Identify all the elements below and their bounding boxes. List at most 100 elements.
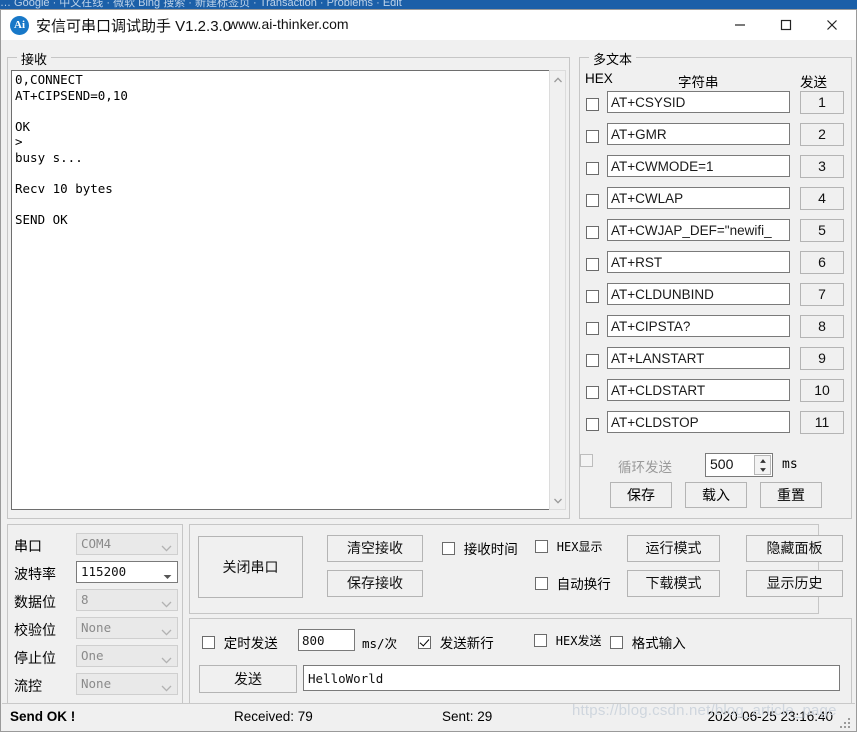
hex-checkbox-6[interactable] bbox=[586, 258, 599, 272]
hex-send-checkbox[interactable] bbox=[534, 634, 547, 647]
show-history-button[interactable]: 显示历史 bbox=[746, 570, 843, 597]
spin-down-button[interactable] bbox=[755, 465, 770, 474]
clear-receive-button[interactable]: 清空接收 bbox=[327, 535, 423, 562]
hex-checkbox-9[interactable] bbox=[586, 354, 599, 368]
multitext-row: 6 bbox=[585, 250, 848, 276]
multitext-footer-buttons: 保存 载入 重置 bbox=[580, 482, 853, 512]
cycle-interval-value: 500 bbox=[710, 456, 734, 472]
recv-time-label: 接收时间 bbox=[463, 542, 518, 557]
send-newline-label: 发送新行 bbox=[439, 636, 494, 651]
send-slot-button-1[interactable]: 1 bbox=[800, 91, 844, 114]
cycle-interval-stepper[interactable]: 500 bbox=[705, 453, 773, 477]
multitext-panel: 多文本 HEX 字符串 发送 1 2 3 4 5 6 7 8 9 10 11 循环发送 500 ms… bbox=[579, 49, 853, 519]
command-input-4[interactable] bbox=[607, 187, 790, 209]
maximize-button[interactable] bbox=[763, 10, 809, 40]
format-input-checkbox-row[interactable]: 格式输入 bbox=[610, 632, 686, 652]
send-button[interactable]: 发送 bbox=[199, 665, 297, 693]
scroll-up-button[interactable] bbox=[550, 71, 565, 88]
setting-label: 串口 bbox=[14, 538, 42, 554]
hex-checkbox-11[interactable] bbox=[586, 418, 599, 432]
hex-checkbox-1[interactable] bbox=[586, 98, 599, 112]
load-multitext-button[interactable]: 载入 bbox=[685, 482, 747, 508]
download-mode-button[interactable]: 下载模式 bbox=[627, 570, 720, 597]
receive-text-content: 0,CONNECT AT+CIPSEND=0,10 OK > busy s...… bbox=[15, 72, 128, 228]
command-input-10[interactable] bbox=[607, 379, 790, 401]
command-input-6[interactable] bbox=[607, 251, 790, 273]
multitext-panel-label: 多文本 bbox=[589, 49, 637, 68]
hex-checkbox-3[interactable] bbox=[586, 162, 599, 176]
auto-newline-checkbox-row[interactable]: 自动换行 bbox=[535, 573, 611, 593]
reset-multitext-button[interactable]: 重置 bbox=[760, 482, 822, 508]
hex-display-checkbox[interactable] bbox=[535, 540, 548, 553]
send-slot-button-10[interactable]: 10 bbox=[800, 379, 844, 402]
hex-checkbox-2[interactable] bbox=[586, 130, 599, 144]
status-bar: Send OK ! Received: 79 Sent: 29 2020-06-… bbox=[2, 703, 855, 730]
setting-dropdown: COM4 bbox=[76, 533, 178, 555]
spin-up-button[interactable] bbox=[755, 456, 770, 465]
format-input-checkbox[interactable] bbox=[610, 635, 623, 649]
send-slot-button-2[interactable]: 2 bbox=[800, 123, 844, 146]
send-slot-button-7[interactable]: 7 bbox=[800, 283, 844, 306]
send-slot-button-3[interactable]: 3 bbox=[800, 155, 844, 178]
command-input-2[interactable] bbox=[607, 123, 790, 145]
hex-checkbox-10[interactable] bbox=[586, 386, 599, 400]
send-slot-button-6[interactable]: 6 bbox=[800, 251, 844, 274]
command-input-3[interactable] bbox=[607, 155, 790, 177]
status-message: Send OK ! bbox=[10, 709, 76, 724]
cycle-send-label: 循环发送 bbox=[618, 460, 672, 475]
hex-display-checkbox-row[interactable]: HEX显示 bbox=[535, 538, 602, 555]
cycle-send-checkbox[interactable] bbox=[580, 454, 593, 468]
multitext-row: 11 bbox=[585, 410, 848, 436]
command-input-5[interactable] bbox=[607, 219, 790, 241]
recv-time-checkbox[interactable] bbox=[442, 541, 455, 555]
setting-label: 停止位 bbox=[14, 650, 56, 666]
timed-send-checkbox[interactable] bbox=[202, 635, 215, 649]
save-receive-button[interactable]: 保存接收 bbox=[327, 570, 423, 597]
send-interval-input[interactable] bbox=[298, 629, 355, 651]
run-mode-button[interactable]: 运行模式 bbox=[627, 535, 720, 562]
hex-checkbox-7[interactable] bbox=[586, 290, 599, 304]
command-input-7[interactable] bbox=[607, 283, 790, 305]
receive-scrollbar[interactable] bbox=[549, 70, 566, 510]
hex-send-checkbox-row[interactable]: HEX发送 bbox=[534, 632, 601, 649]
command-input-9[interactable] bbox=[607, 347, 790, 369]
setting-value: None bbox=[81, 676, 112, 691]
recv-time-checkbox-row[interactable]: 接收时间 bbox=[442, 538, 518, 558]
hex-checkbox-5[interactable] bbox=[586, 226, 599, 240]
resize-grip[interactable] bbox=[839, 715, 852, 728]
command-input-1[interactable] bbox=[607, 91, 790, 113]
setting-row: 数据位 8 bbox=[14, 589, 178, 615]
multitext-row: 1 bbox=[585, 90, 848, 116]
hex-checkbox-4[interactable] bbox=[586, 194, 599, 208]
hex-checkbox-8[interactable] bbox=[586, 322, 599, 336]
send-slot-button-5[interactable]: 5 bbox=[800, 219, 844, 242]
setting-label: 校验位 bbox=[14, 622, 56, 638]
send-text-input[interactable] bbox=[303, 665, 840, 691]
send-newline-checkbox[interactable] bbox=[418, 635, 431, 649]
close-icon bbox=[827, 20, 837, 30]
application-window: … Google · 中文在线 · 微软 Bing 搜索 · 新建标签页 · T… bbox=[0, 0, 857, 732]
send-slot-button-11[interactable]: 11 bbox=[800, 411, 844, 434]
send-slot-button-4[interactable]: 4 bbox=[800, 187, 844, 210]
cycle-interval-unit: ms bbox=[782, 457, 798, 472]
timed-send-checkbox-row[interactable]: 定时发送 bbox=[202, 632, 278, 652]
command-input-11[interactable] bbox=[607, 411, 790, 433]
scroll-down-button[interactable] bbox=[550, 492, 565, 509]
command-input-8[interactable] bbox=[607, 315, 790, 337]
close-port-button[interactable]: 关闭串口 bbox=[198, 536, 303, 598]
send-newline-checkbox-row[interactable]: 发送新行 bbox=[418, 632, 494, 652]
setting-value: One bbox=[81, 648, 104, 663]
close-button[interactable] bbox=[809, 10, 855, 40]
save-multitext-button[interactable]: 保存 bbox=[610, 482, 672, 508]
setting-dropdown[interactable]: 115200 bbox=[76, 561, 178, 583]
send-panel: 定时发送 ms/次 发送新行 HEX发送 格式输入 发送 bbox=[189, 618, 852, 712]
send-slot-button-9[interactable]: 9 bbox=[800, 347, 844, 370]
cycle-interval-spin-buttons[interactable] bbox=[754, 455, 771, 475]
minimize-button[interactable] bbox=[717, 10, 763, 40]
send-slot-button-8[interactable]: 8 bbox=[800, 315, 844, 338]
auto-newline-checkbox[interactable] bbox=[535, 576, 548, 590]
receive-textarea[interactable]: 0,CONNECT AT+CIPSEND=0,10 OK > busy s...… bbox=[11, 70, 552, 510]
setting-row: 串口 COM4 bbox=[14, 533, 178, 559]
hide-panel-button[interactable]: 隐藏面板 bbox=[746, 535, 843, 562]
setting-dropdown: 8 bbox=[76, 589, 178, 611]
